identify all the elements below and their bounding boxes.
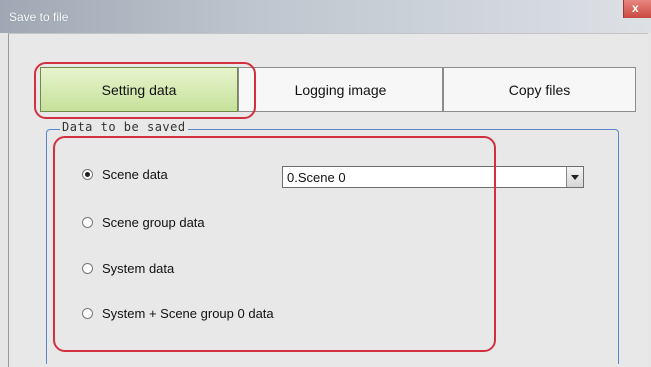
close-button[interactable]: x xyxy=(623,0,651,18)
title-bar[interactable]: Save to file x xyxy=(0,0,651,33)
tab-label: Copy files xyxy=(508,81,571,98)
tab-setting-data[interactable]: Setting data xyxy=(40,67,238,112)
scene-select-dropdown[interactable]: 0.Scene 0 xyxy=(282,166,584,188)
chevron-down-icon xyxy=(571,175,579,180)
tab-logging-image[interactable]: Logging image xyxy=(238,67,443,112)
radio-system-scene-group-0-data[interactable]: System + Scene group 0 data xyxy=(82,303,274,323)
scene-select-value: 0.Scene 0 xyxy=(287,170,346,185)
radio-button[interactable] xyxy=(82,216,93,228)
radio-label: System + Scene group 0 data xyxy=(102,305,274,321)
tab-label: Logging image xyxy=(294,81,387,98)
radio-button[interactable] xyxy=(82,262,93,274)
radio-button-checked[interactable] xyxy=(82,168,93,180)
radio-scene-data[interactable]: Scene data xyxy=(82,164,168,184)
radio-button[interactable] xyxy=(82,307,93,319)
radio-system-data[interactable]: System data xyxy=(82,258,174,278)
radio-scene-group-data[interactable]: Scene group data xyxy=(82,212,205,232)
radio-label: System data xyxy=(102,260,175,276)
save-to-file-dialog: Save to file x Setting data Logging imag… xyxy=(0,0,651,367)
tab-label: Setting data xyxy=(101,81,177,98)
group-legend: Data to be saved xyxy=(60,120,188,134)
close-icon: x xyxy=(632,1,639,15)
window-title: Save to file xyxy=(9,10,69,24)
radio-label: Scene data xyxy=(102,166,168,182)
tab-copy-files[interactable]: Copy files xyxy=(443,67,636,112)
dropdown-button[interactable] xyxy=(566,167,583,187)
radio-label: Scene group data xyxy=(102,214,205,230)
